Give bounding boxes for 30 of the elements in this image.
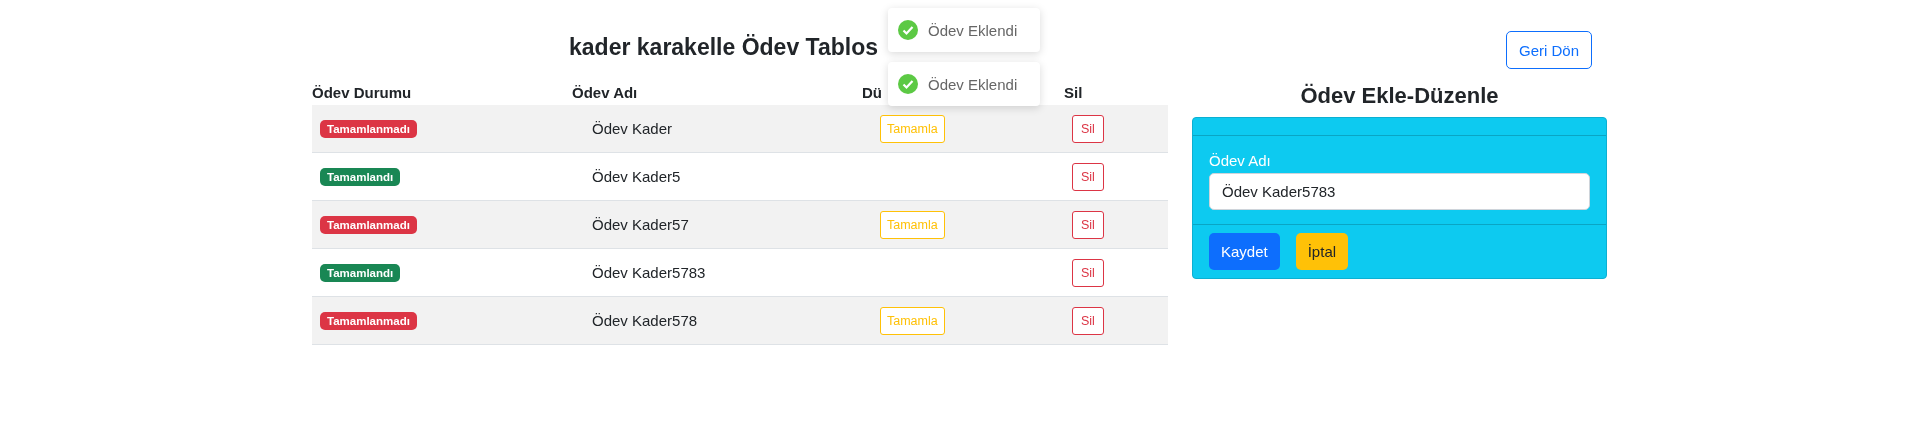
status-badge: Tamamlanmadı <box>320 120 417 138</box>
delete-button[interactable]: Sil <box>1072 258 1104 287</box>
check-icon <box>898 20 918 40</box>
task-name: Ödev Kader578 <box>592 312 698 329</box>
task-name-field[interactable]: Ödev Kader5783 <box>1209 173 1590 210</box>
delete-button[interactable]: Sil <box>1072 162 1104 191</box>
column-header: Ödev Adı <box>572 84 638 101</box>
column-header: Ödev Durumu <box>312 84 412 101</box>
status-badge: Tamamlanmadı <box>320 216 417 234</box>
field-label: Ödev Adı <box>1209 152 1272 169</box>
toast-message: Ödev Eklendi <box>928 75 1018 93</box>
task-name: Ödev Kader <box>592 120 673 137</box>
column-header: Sil <box>1064 84 1083 101</box>
page-title: kader karakelle Ödev Tablos <box>569 33 878 62</box>
cancel-button[interactable]: İptal <box>1295 233 1349 270</box>
task-name: Ödev Kader5783 <box>592 264 706 281</box>
save-button[interactable]: Kaydet <box>1209 233 1280 270</box>
delete-button[interactable]: Sil <box>1072 210 1104 239</box>
back-button[interactable]: Geri Dön <box>1505 31 1592 69</box>
delete-button[interactable]: Sil <box>1072 306 1104 335</box>
task-name: Ödev Kader57 <box>592 216 689 233</box>
delete-button[interactable]: Sil <box>1072 114 1104 143</box>
status-badge: Tamamlandı <box>320 264 401 282</box>
column-header: Dü <box>862 84 882 101</box>
status-badge: Tamamlandı <box>320 168 401 186</box>
form-title: Ödev Ekle-Düzenle <box>1299 83 1500 109</box>
task-name: Ödev Kader5 <box>592 168 681 185</box>
toast-message: Ödev Eklendi <box>928 21 1018 39</box>
status-badge: Tamamlanmadı <box>320 312 417 330</box>
check-icon <box>898 74 918 94</box>
